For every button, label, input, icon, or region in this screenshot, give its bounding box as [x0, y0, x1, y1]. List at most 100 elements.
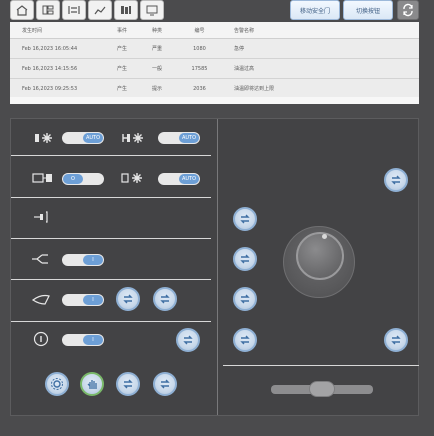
- cell-event: 产生: [116, 46, 127, 52]
- fan-heater-2-icon: [122, 133, 143, 143]
- horizontal-slider-thumb[interactable]: [309, 381, 335, 397]
- col-event: 事件: [116, 27, 127, 34]
- books-button[interactable]: [114, 0, 138, 20]
- col-time: 发生时间: [22, 27, 43, 34]
- refresh-icon: [403, 3, 413, 17]
- info-icon: [33, 331, 49, 347]
- cell-code: 17585: [191, 65, 208, 72]
- row-divider: [223, 365, 419, 366]
- cycle-button[interactable]: [233, 328, 257, 352]
- gear-icon: [51, 378, 63, 390]
- chart-button[interactable]: [88, 0, 112, 20]
- cycle-button[interactable]: [153, 372, 177, 396]
- ejector-icon: [31, 294, 50, 305]
- ejector-toggle[interactable]: I: [62, 294, 104, 306]
- alarm-table-footer: [10, 97, 419, 104]
- cycle-icon: [240, 214, 250, 224]
- cycle-icon: [160, 379, 170, 389]
- monitor-button[interactable]: [140, 0, 164, 20]
- cycle-button[interactable]: [116, 372, 140, 396]
- hand-mode-button[interactable]: [80, 372, 104, 396]
- cooling-fan-icon: [121, 173, 142, 183]
- control-panel: [10, 118, 419, 416]
- col-type: 种类: [151, 27, 162, 34]
- layout-icon: [42, 5, 54, 15]
- cell-type: 一般: [151, 66, 162, 72]
- row-divider: [11, 197, 211, 198]
- table-row[interactable]: Feb 16,2023 14:15:56 产生 一般 17585 油温过高: [10, 59, 419, 79]
- nozzle-icon: [34, 211, 48, 223]
- hand-icon: [87, 380, 97, 389]
- row-divider: [11, 155, 211, 156]
- books-icon: [121, 6, 131, 14]
- pump-toggle[interactable]: O: [62, 173, 104, 185]
- info-toggle[interactable]: I: [62, 334, 104, 346]
- cell-type: 提示: [151, 86, 162, 92]
- cycle-icon: [240, 254, 250, 264]
- cycle-button[interactable]: [384, 168, 408, 192]
- cooling-toggle[interactable]: AUTO: [158, 173, 200, 185]
- cycle-icon: [240, 294, 250, 304]
- cell-name: 急停: [234, 46, 245, 52]
- valve-toggle-label: I: [83, 255, 103, 265]
- cycle-button[interactable]: [116, 287, 140, 311]
- cell-type: 严重: [151, 46, 162, 52]
- layout-button[interactable]: [36, 0, 60, 20]
- cell-name: 油温过高: [234, 66, 255, 72]
- cycle-icon: [183, 335, 193, 345]
- fan-toggle[interactable]: AUTO: [62, 132, 104, 144]
- switch-panel-button[interactable]: 切换按钮: [343, 0, 393, 20]
- cycle-button[interactable]: [384, 328, 408, 352]
- cell-name: 油温即将达到上限: [234, 86, 275, 92]
- pump-icon: [32, 173, 52, 183]
- cycle-icon: [123, 379, 133, 389]
- alarm-table: 发生时间 事件 种类 编号 告警名称 Feb 16,2023 16:05:44 …: [10, 22, 419, 104]
- ejector-toggle-label: I: [83, 295, 103, 305]
- joystick-knob[interactable]: [296, 232, 344, 280]
- panel-divider: [217, 119, 218, 415]
- row-divider: [11, 279, 211, 280]
- heater-toggle-label: AUTO: [179, 133, 199, 143]
- col-name: 告警名称: [234, 27, 255, 34]
- cycle-icon: [240, 335, 250, 345]
- cycle-button[interactable]: [233, 207, 257, 231]
- move-safety-gate-button[interactable]: 移动安全门: [290, 0, 340, 20]
- cell-time: Feb 16,2023 14:15:56: [22, 65, 78, 72]
- cell-time: Feb 16,2023 09:25:53: [22, 85, 78, 92]
- heater-toggle[interactable]: AUTO: [158, 132, 200, 144]
- col-code: 编号: [194, 27, 205, 34]
- settings-button[interactable]: [45, 372, 69, 396]
- table-row[interactable]: Feb 16,2023 16:05:44 产生 严重 1080 急停: [10, 39, 419, 59]
- row-divider: [11, 238, 211, 239]
- cycle-button[interactable]: [153, 287, 177, 311]
- rack-icon: [68, 6, 80, 14]
- cell-time: Feb 16,2023 16:05:44: [22, 45, 78, 52]
- pump-toggle-label: O: [63, 174, 83, 184]
- cycle-icon: [160, 294, 170, 304]
- info-toggle-label: I: [83, 335, 103, 345]
- cell-code: 1080: [193, 45, 206, 52]
- cycle-button[interactable]: [176, 328, 200, 352]
- cycle-button[interactable]: [233, 287, 257, 311]
- top-toolbar: 移动安全门 切换按钮: [0, 0, 434, 22]
- cycle-button[interactable]: [233, 247, 257, 271]
- home-button[interactable]: [10, 0, 34, 20]
- fan-heater-icon: [35, 133, 52, 143]
- chart-icon: [94, 6, 106, 15]
- valve-icon: [32, 254, 48, 264]
- cycle-icon: [391, 335, 401, 345]
- valve-toggle[interactable]: I: [62, 254, 104, 266]
- cycle-icon: [391, 175, 401, 185]
- cell-code: 2036: [193, 85, 206, 92]
- cell-event: 产生: [116, 66, 127, 72]
- refresh-button[interactable]: [397, 0, 419, 20]
- monitor-icon: [146, 5, 158, 16]
- table-row[interactable]: Feb 16,2023 09:25:53 产生 提示 2036 油温即将达到上限: [10, 79, 419, 99]
- cycle-icon: [123, 294, 133, 304]
- cell-event: 产生: [116, 86, 127, 92]
- row-divider: [11, 321, 211, 322]
- home-icon: [16, 5, 28, 16]
- rack-button[interactable]: [62, 0, 86, 20]
- fan-toggle-label: AUTO: [83, 133, 103, 143]
- alarm-table-header: 发生时间 事件 种类 编号 告警名称: [10, 22, 419, 39]
